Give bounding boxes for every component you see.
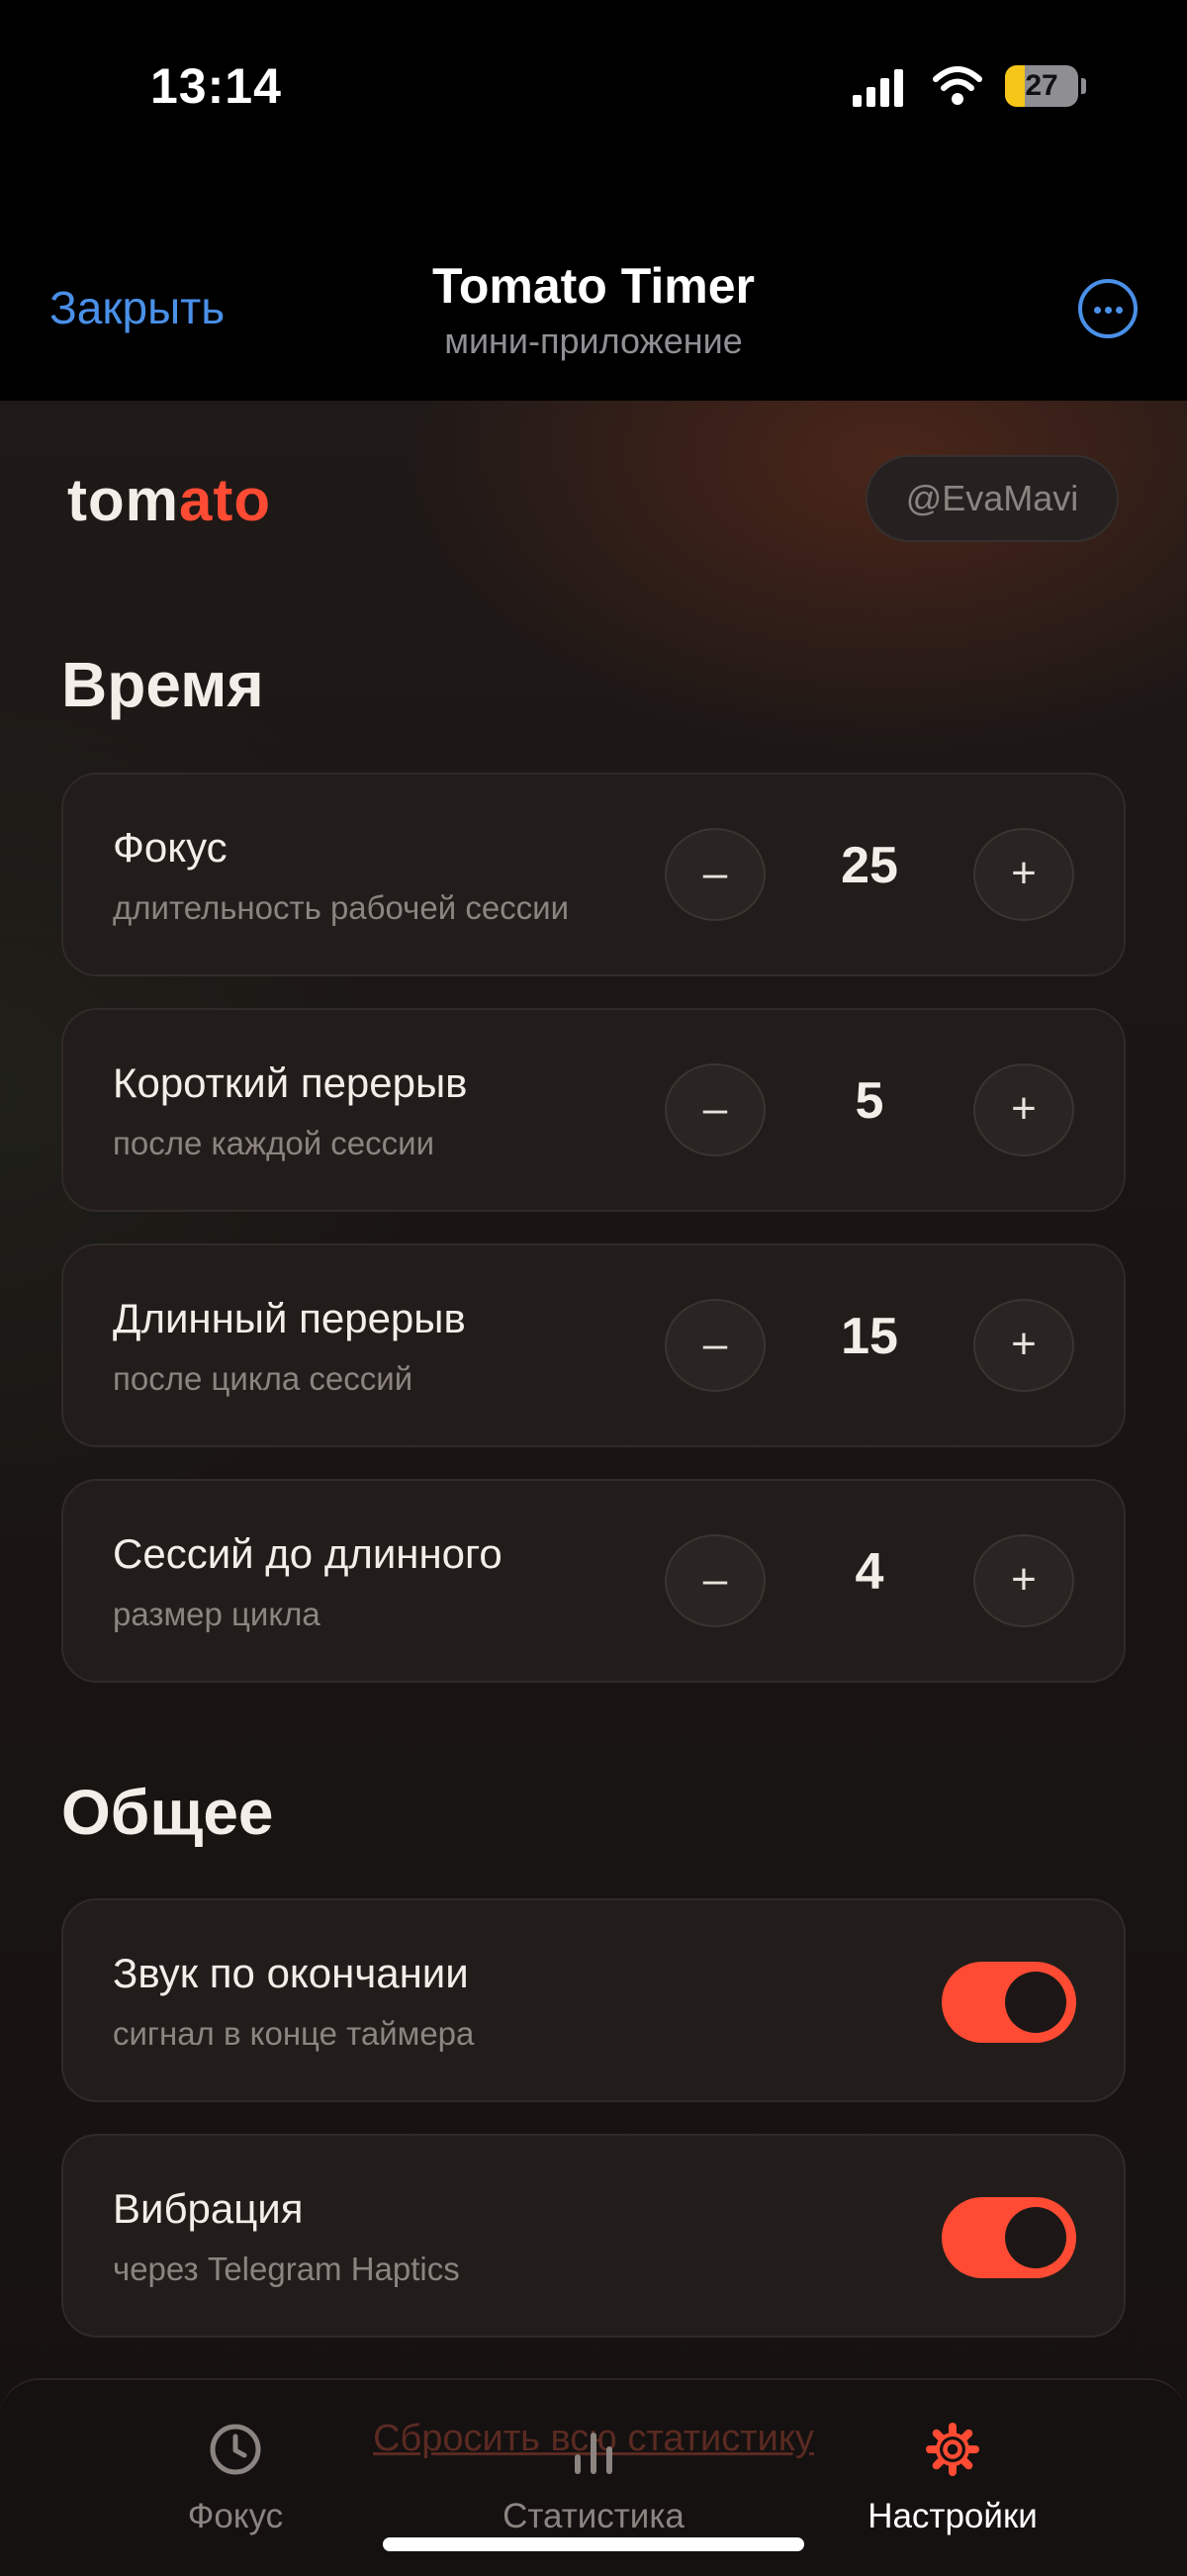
home-indicator — [383, 2537, 804, 2551]
settings-screen: tomato @EvaMavi Время Фокус длительность… — [0, 401, 1187, 2574]
setting-card-sound: Звук по окончании сигнал в конце таймера — [61, 1898, 1126, 2102]
decrement-button[interactable]: – — [665, 1299, 766, 1392]
decrement-button[interactable]: – — [665, 1534, 766, 1627]
gear-icon — [926, 2423, 979, 2476]
decrement-button[interactable]: – — [665, 828, 766, 921]
ellipsis-circle-icon[interactable] — [1078, 279, 1138, 338]
setting-card-vibration: Вибрация через Telegram Haptics — [61, 2134, 1126, 2338]
increment-button[interactable]: + — [973, 828, 1074, 921]
sound-toggle[interactable] — [942, 1962, 1076, 2043]
increment-button[interactable]: + — [973, 1534, 1074, 1627]
setting-description: длительность рабочей сессии — [113, 889, 570, 926]
battery-percent: 27 — [1025, 69, 1058, 102]
setting-value: 4 — [855, 1543, 884, 1601]
user-handle-badge[interactable]: @EvaMavi — [866, 455, 1119, 542]
setting-label: Вибрация — [113, 2185, 304, 2232]
setting-label: Длинный перерыв — [113, 1295, 466, 1341]
status-bar: 13:14 27 — [0, 0, 1187, 168]
setting-value: 5 — [855, 1072, 884, 1130]
tomato-logo: tomato — [67, 467, 271, 533]
section-title-time: Время — [61, 649, 264, 720]
tab-label: Статистика — [502, 2497, 685, 2535]
increment-button[interactable]: + — [973, 1299, 1074, 1392]
clock-icon — [210, 2424, 261, 2475]
decrement-button[interactable]: – — [665, 1063, 766, 1156]
setting-description: размер цикла — [113, 1596, 320, 1632]
tab-label: Настройки — [867, 2497, 1038, 2535]
tab-label: Фокус — [187, 2497, 284, 2535]
increment-button[interactable]: + — [973, 1063, 1074, 1156]
setting-card-long-break: Длинный перерыв после цикла сессий – 15 … — [61, 1243, 1126, 1447]
vibration-toggle[interactable] — [942, 2197, 1076, 2278]
setting-label: Звук по окончании — [113, 1950, 469, 1996]
setting-label: Короткий перерыв — [113, 1059, 468, 1106]
tab-focus[interactable]: Фокус — [87, 2380, 384, 2576]
status-time: 13:14 — [150, 58, 282, 114]
setting-card-sessions: Сессий до длинного размер цикла – 4 + — [61, 1479, 1126, 1683]
toggle-knob — [1005, 2207, 1066, 2268]
mini-app-header: Закрыть Tomato Timer мини-приложение — [0, 168, 1187, 401]
bar-chart-icon — [575, 2433, 612, 2474]
setting-description: сигнал в конце таймера — [113, 2015, 475, 2052]
setting-card-focus: Фокус длительность рабочей сессии – 25 + — [61, 773, 1126, 976]
cellular-signal-icon — [853, 69, 903, 107]
setting-label: Сессий до длинного — [113, 1530, 502, 1577]
setting-value: 25 — [841, 837, 898, 894]
setting-description: через Telegram Haptics — [113, 2251, 460, 2287]
setting-description: после цикла сессий — [113, 1360, 413, 1397]
section-title-general: Общее — [61, 1777, 274, 1848]
toggle-knob — [1005, 1972, 1066, 2033]
wifi-icon — [933, 66, 982, 105]
app-subtitle: мини-приложение — [444, 321, 743, 361]
setting-card-short-break: Короткий перерыв после каждой сессии – 5… — [61, 1008, 1126, 1212]
setting-value: 15 — [841, 1308, 898, 1365]
tab-settings[interactable]: Настройки — [804, 2380, 1101, 2576]
app-title: Tomato Timer — [432, 258, 755, 314]
battery-icon: 27 — [1005, 65, 1086, 109]
setting-label: Фокус — [113, 824, 228, 871]
setting-description: после каждой сессии — [113, 1125, 435, 1161]
